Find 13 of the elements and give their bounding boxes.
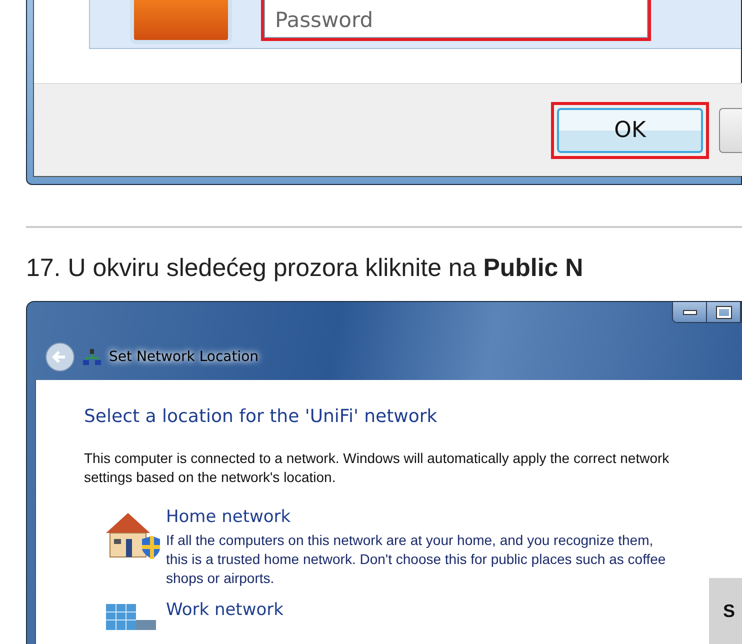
dialog-heading: Select a location for the 'UniFi' network (84, 406, 438, 427)
option-description: If all the computers on this network are at your home, and you recognize them, this is a trusted home network. Don't choose this for public places such as coffee shops or airports. (166, 531, 666, 588)
step-instruction: 17. U okviru sledećeg prozora kliknite na Public N (26, 254, 584, 283)
maximize-button[interactable] (707, 302, 741, 322)
intro-text: This computer is connected to a network. Windows will automatically apply the correct network settings based on the network's location. (84, 449, 670, 487)
window-title: Set Network Location (109, 349, 259, 365)
share-button[interactable]: S (709, 578, 742, 644)
ok-button[interactable]: OK (557, 108, 703, 152)
minimize-button[interactable] (673, 302, 707, 322)
password-field[interactable]: Password (264, 0, 648, 38)
network-option-link[interactable]: Home network (166, 507, 291, 527)
network-icon (83, 349, 101, 365)
network-option-link[interactable]: Work network (166, 600, 284, 620)
